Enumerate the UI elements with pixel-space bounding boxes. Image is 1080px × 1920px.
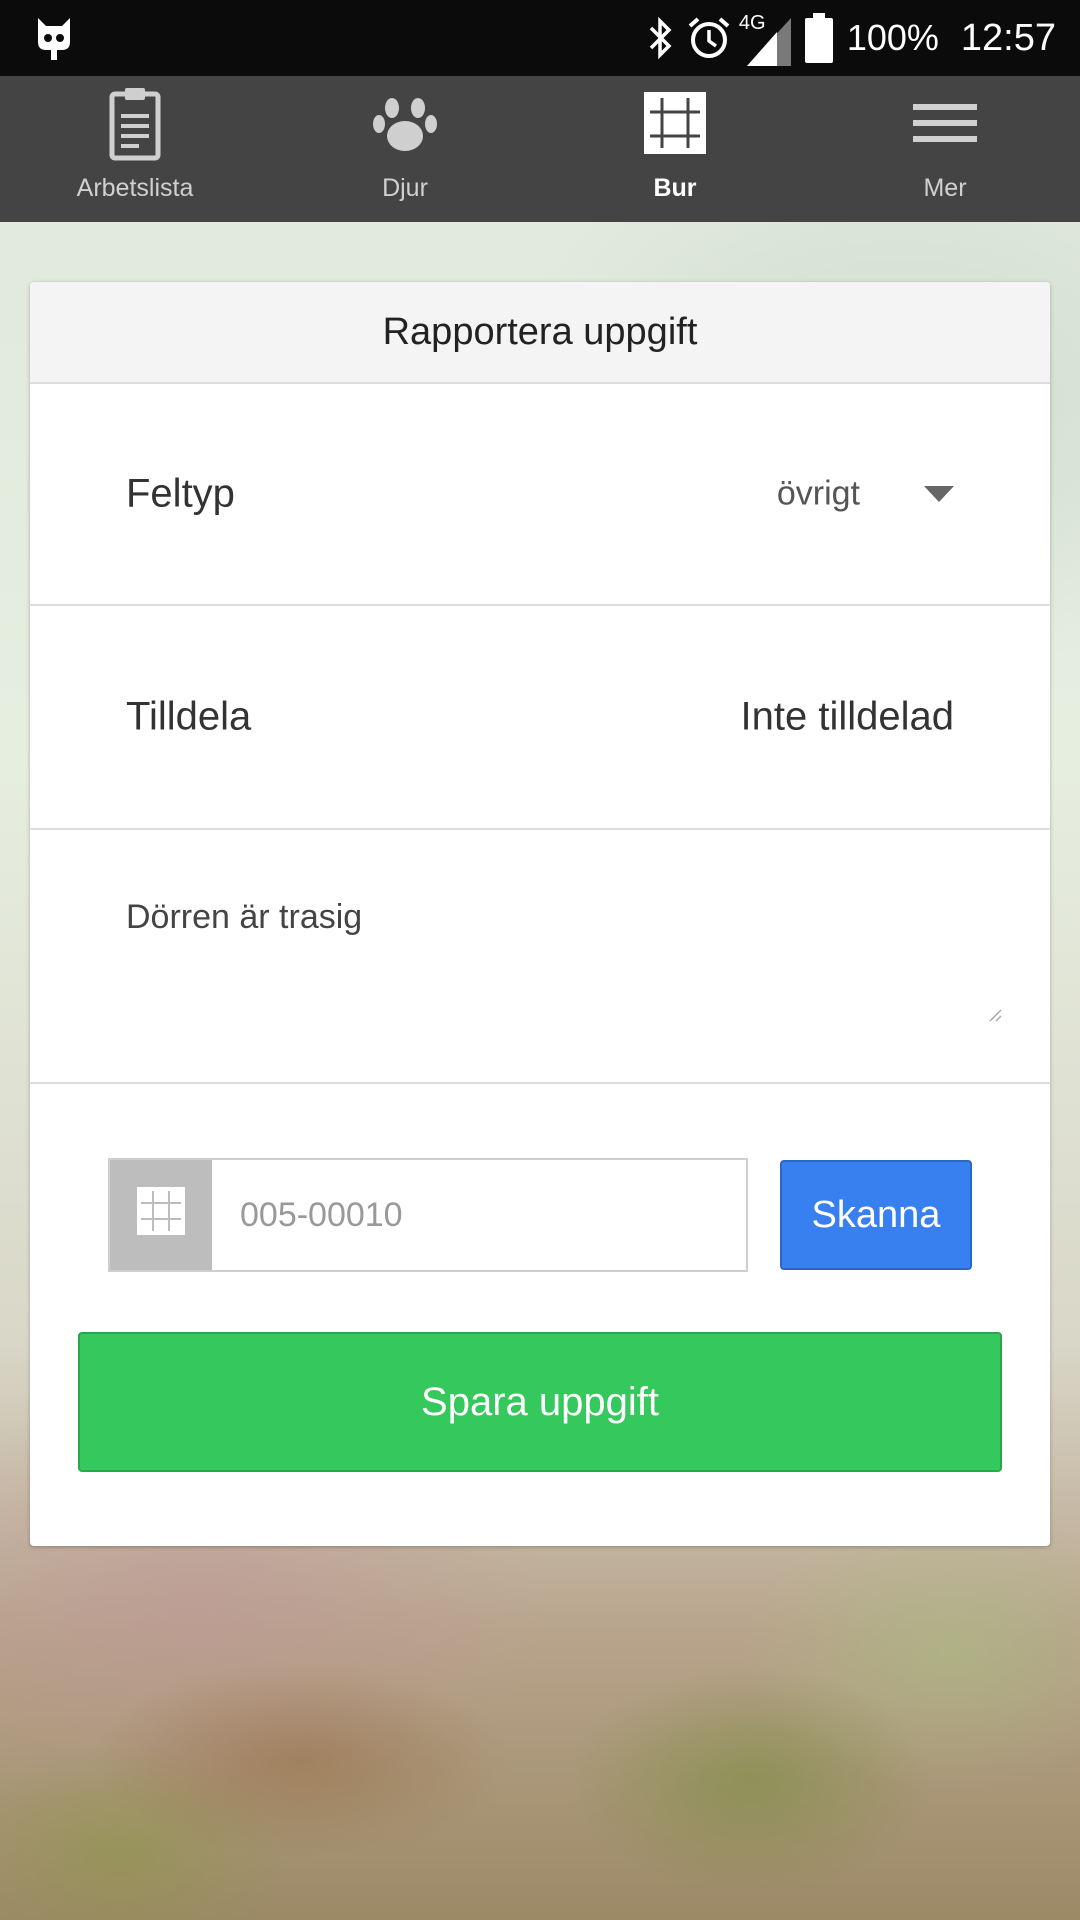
cage-input-group (108, 1158, 748, 1272)
tilldela-row[interactable]: Tilldela Inte tilldelad (30, 606, 1050, 830)
nav-item-bur[interactable]: Bur (540, 76, 810, 222)
alarm-icon (688, 17, 730, 58)
nav-label-mer: Mer (923, 174, 967, 202)
signal-icon: 4G (739, 8, 791, 68)
cage-number-input[interactable] (212, 1160, 746, 1270)
tilldela-value[interactable]: Inte tilldelad (741, 695, 954, 740)
card-title: Rapportera uppgift (30, 282, 1050, 384)
cyanogen-icon (38, 18, 70, 60)
nav-item-arbetslista[interactable]: Arbetslista (0, 76, 270, 222)
bluetooth-icon (649, 16, 672, 60)
scan-button[interactable]: Skanna (780, 1160, 972, 1270)
menu-icon (913, 104, 977, 142)
battery-percent: 100% (846, 17, 939, 58)
caret-down-icon[interactable] (924, 486, 954, 502)
tilldela-label: Tilldela (126, 694, 252, 739)
description-textarea[interactable]: Dörren är trasig (30, 830, 1050, 1084)
clock: 12:57 (960, 16, 1056, 59)
resize-grip-icon[interactable] (988, 1008, 1002, 1022)
clipboard-icon (109, 88, 161, 161)
grid-icon (644, 92, 706, 154)
battery-icon (804, 13, 833, 63)
feltyp-label: Feltyp (126, 471, 235, 516)
nav-item-djur[interactable]: Djur (270, 76, 540, 222)
status-bar: 4G 100% 12:57 (0, 0, 1080, 76)
nav-item-mer[interactable]: Mer (810, 76, 1080, 222)
nav-label-djur: Djur (382, 174, 428, 202)
feltyp-row[interactable]: Feltyp övrigt (30, 384, 1050, 606)
paw-icon (373, 98, 437, 151)
feltyp-select-value[interactable]: övrigt (777, 475, 860, 514)
save-task-button[interactable]: Spara uppgift (78, 1332, 1002, 1472)
grid-icon (137, 1187, 185, 1235)
cage-addon (110, 1160, 212, 1270)
report-task-card: Rapportera uppgift Feltyp övrigt Tilldel… (30, 282, 1050, 1546)
nav-label-arbetslista: Arbetslista (76, 174, 194, 202)
nav-label-bur: Bur (653, 174, 697, 202)
bottom-nav: Arbetslista Djur Bur Mer (0, 76, 1080, 222)
description-text: Dörren är trasig (126, 898, 363, 936)
